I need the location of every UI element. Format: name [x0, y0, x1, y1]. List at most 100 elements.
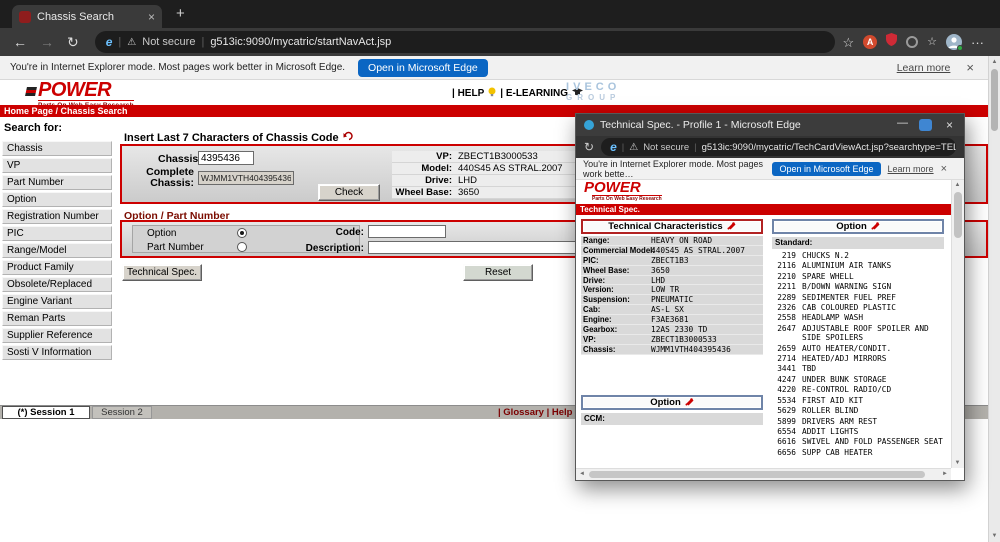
tech-row-value: 440S45 AS STRAL.2007: [651, 245, 745, 255]
technical-spec-button[interactable]: Technical Spec.: [122, 264, 202, 281]
scrollbar-thumb[interactable]: [991, 69, 998, 131]
option-description: ROLLER BLIND: [802, 406, 859, 416]
url-text[interactable]: g513ic:9090/mycatric/startNavAct.jsp: [210, 36, 391, 48]
standard-row: Standard:: [772, 237, 944, 249]
option-title: Option: [836, 221, 867, 232]
sidebar-item[interactable]: Obsolete/Replaced: [2, 277, 112, 292]
popup-refresh-icon[interactable]: ↻: [584, 140, 594, 154]
option-row: 2647 ADJUSTABLE ROOF SPOILER AND SIDE SP…: [772, 324, 944, 343]
tools-icon: [685, 397, 694, 409]
not-secure-warning-icon: ⚠: [127, 36, 137, 48]
new-tab-button[interactable]: +: [176, 5, 185, 22]
popup-open-in-edge-button[interactable]: Open in Microsoft Edge: [772, 161, 881, 176]
code-input[interactable]: [368, 225, 446, 238]
sidebar-item[interactable]: Sosti V Information: [2, 345, 112, 360]
popup-scroll-down-icon[interactable]: ▼: [952, 460, 963, 466]
popup-close-icon[interactable]: ×: [946, 118, 953, 132]
session-2-tab[interactable]: Session 2: [92, 406, 152, 419]
sidebar-item[interactable]: Chassis: [2, 141, 112, 156]
popup-vertical-scrollbar[interactable]: ▲ ▼: [951, 180, 964, 468]
popup-minimize-icon[interactable]: —: [897, 117, 908, 129]
tab-title: Chassis Search: [37, 10, 115, 23]
tech-row: VP: ZBECT1B3000533: [581, 334, 763, 345]
scroll-down-icon[interactable]: ▼: [989, 533, 1000, 539]
address-bar[interactable]: e | ⚠ Not secure | g513ic:9090/mycatric/…: [94, 31, 835, 53]
popup-scrollbar-thumb[interactable]: [954, 192, 962, 238]
description-input[interactable]: [368, 241, 582, 254]
session-1-tab[interactable]: (*) Session 1: [2, 406, 90, 419]
sidebar-item[interactable]: Range/Model: [2, 243, 112, 258]
popup-url-text[interactable]: g513ic:9090/mycatric/TechCardViewAct.jsp…: [702, 142, 956, 153]
option-row: 5629 ROLLER BLIND: [772, 406, 944, 415]
sidebar-item[interactable]: Engine Variant: [2, 294, 112, 309]
learn-more-link[interactable]: Learn more: [897, 62, 951, 74]
refresh-icon[interactable]: ↻: [67, 34, 79, 51]
banner-close-icon[interactable]: ×: [966, 60, 974, 75]
favorites-star-icon[interactable]: ☆: [842, 36, 854, 49]
check-button[interactable]: Check: [318, 184, 380, 201]
sidebar-item[interactable]: VP: [2, 158, 112, 173]
not-secure-label[interactable]: Not secure: [142, 36, 195, 48]
chassis-code-arrow-icon[interactable]: [343, 131, 354, 144]
browser-tab[interactable]: Chassis Search ×: [12, 5, 162, 28]
iveco-group-logo: IVECO GROUP: [566, 81, 620, 102]
collections-icon[interactable]: ☆: [927, 36, 937, 49]
part-number-radio[interactable]: [237, 242, 247, 252]
sidebar-item[interactable]: Part Number: [2, 175, 112, 190]
elearning-link[interactable]: | E-LEARNING: [500, 88, 568, 99]
option-code: 2289: [777, 292, 796, 302]
tab-close-icon[interactable]: ×: [148, 11, 155, 23]
popup-horizontal-scrollbar[interactable]: ◄ ►: [576, 468, 951, 480]
sidebar-item[interactable]: PIC: [2, 226, 112, 241]
sidebar-item[interactable]: Supplier Reference: [2, 328, 112, 343]
extension-icon[interactable]: [906, 36, 919, 48]
complete-chassis-input[interactable]: [198, 171, 294, 185]
option-row: 2116 ALUMINIUM AIR TANKS: [772, 261, 944, 270]
sidebar-item[interactable]: Registration Number: [2, 209, 112, 224]
option-code: 4220: [777, 385, 796, 395]
option-panel: Option Standard: 219 CHUCKS N.2 2116 ALU…: [772, 219, 944, 458]
tech-row-value: LHD: [651, 275, 666, 285]
help-link[interactable]: | HELP: [452, 88, 484, 99]
reset-button[interactable]: Reset: [463, 264, 533, 281]
sidebar-item[interactable]: Product Family: [2, 260, 112, 275]
popup-ie-banner: You're in Internet Explorer mode. Most p…: [576, 158, 964, 180]
settings-menu-icon[interactable]: ···: [971, 36, 984, 49]
option-code: 2558: [777, 313, 796, 323]
search-sidebar: Search for: Chassis VP Part Number Optio…: [2, 122, 112, 362]
shield-extension-icon[interactable]: [886, 33, 898, 51]
popup-hscrollbar-thumb[interactable]: [589, 471, 925, 478]
adblock-extension-icon[interactable]: A: [863, 35, 878, 49]
popup-maximize-icon[interactable]: [919, 119, 932, 131]
main-vertical-scrollbar[interactable]: ▲ ▼: [988, 56, 1000, 542]
tech-row: Gearbox: 12AS 2330 TD: [581, 325, 763, 335]
tech-row-value: LOW TR: [651, 285, 680, 295]
separator: |: [118, 36, 122, 48]
option-code: 6656: [777, 447, 796, 457]
option-radio[interactable]: [237, 228, 247, 238]
popup-banner-close-icon[interactable]: ×: [941, 163, 947, 175]
open-in-edge-button[interactable]: Open in Microsoft Edge: [358, 58, 488, 77]
popup-scroll-right-icon[interactable]: ►: [942, 471, 948, 477]
tech-row: Suspension: PNEUMATIC: [581, 295, 763, 306]
footer-links[interactable]: | Glossary | Help P: [498, 407, 581, 418]
option-header: Option: [772, 219, 944, 234]
popup-learn-more-link[interactable]: Learn more: [888, 164, 934, 174]
tech-row: Chassis: WJMM1VTH404395436: [581, 344, 763, 355]
sidebar-list: Chassis VP Part Number Option Registrati…: [2, 141, 112, 360]
popup-title-bar[interactable]: Technical Spec. - Profile 1 - Microsoft …: [576, 114, 964, 136]
option-row: 5899 DRIVERS ARM REST: [772, 417, 944, 426]
profile-avatar[interactable]: [946, 34, 963, 51]
popup-address-bar[interactable]: e | ⚠ Not secure | g513ic:9090/mycatric/…: [601, 138, 956, 156]
popup-not-secure-label[interactable]: Not secure: [643, 142, 689, 153]
sidebar-item[interactable]: Reman Parts: [2, 311, 112, 326]
sidebar-item[interactable]: Option: [2, 192, 112, 207]
option-row: 4220 RE-CONTROL RADIO/CD: [772, 385, 944, 394]
forward-icon[interactable]: →: [40, 34, 54, 50]
chassis-input[interactable]: [198, 151, 254, 165]
browser-tab-bar: Chassis Search × +: [0, 0, 1000, 28]
back-icon[interactable]: ←: [13, 34, 27, 50]
scroll-up-icon[interactable]: ▲: [989, 59, 1000, 65]
popup-scroll-up-icon[interactable]: ▲: [952, 182, 963, 188]
popup-scroll-left-icon[interactable]: ◄: [579, 471, 585, 477]
